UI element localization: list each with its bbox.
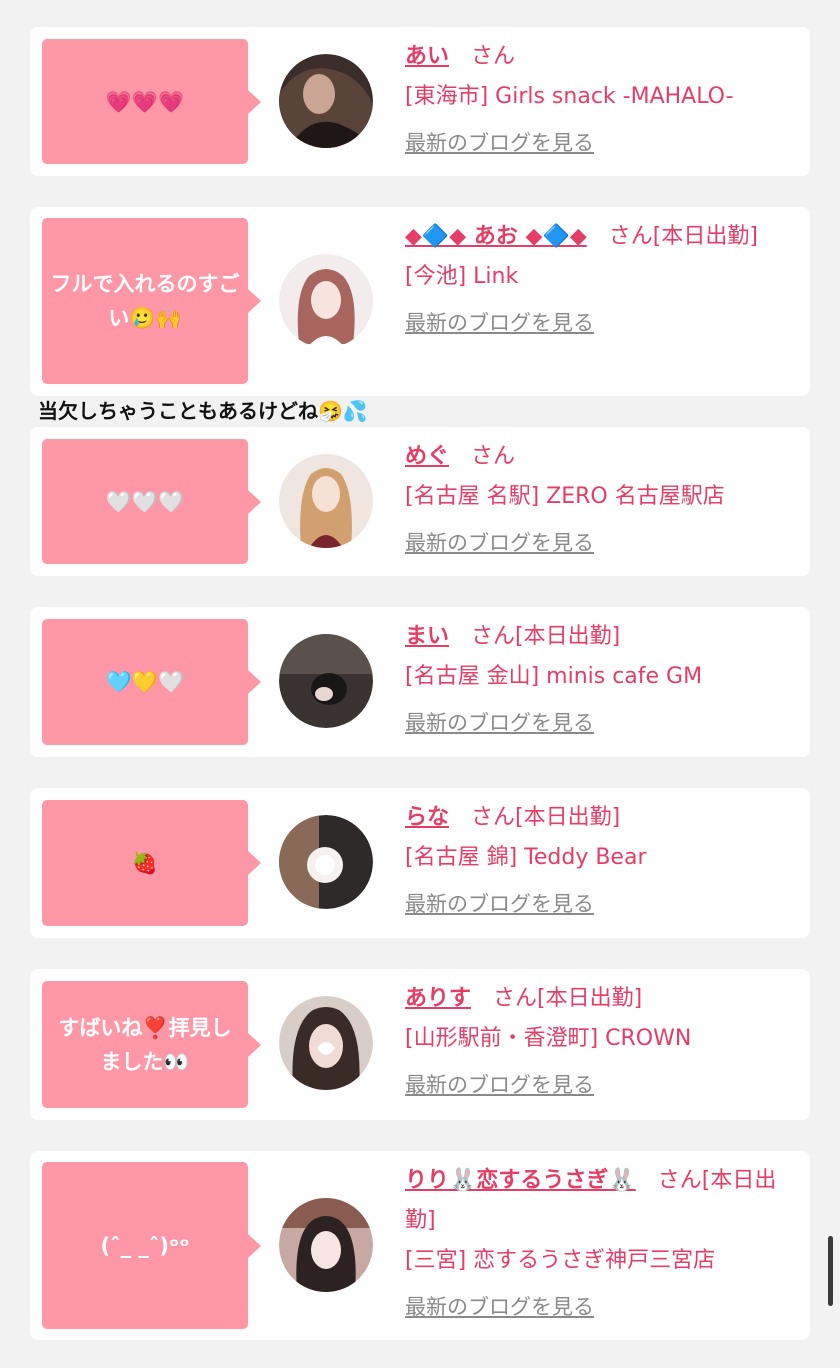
avatar[interactable] — [279, 996, 373, 1090]
message-card: すばいね❣️拝見しました👀 ありす さん[本日出勤] [山形駅前・香澄町] CRO… — [30, 969, 810, 1120]
message-card: 💗💗💗 あい さん [東海市] Girls snack -MAHALO- 最新のブ… — [30, 27, 810, 176]
entry-info: ありす さん[本日出勤] [山形駅前・香澄町] CROWN 最新のブログを見る — [405, 979, 800, 1105]
cast-name-link[interactable]: ◆🔷◆ あお ◆🔷◆ — [405, 224, 587, 249]
entry-info: まい さん[本日出勤] [名古屋 金山] minis cafe GM 最新のブログ… — [405, 617, 800, 743]
shop-name: [名古屋 錦] Teddy Bear — [405, 845, 647, 870]
honorific: さん[本日出勤] — [471, 624, 621, 649]
latest-blog-link[interactable]: 最新のブログを見る — [405, 303, 800, 343]
message-text: フルで入れるのすごい🥲🙌 — [50, 272, 240, 330]
entry-info: りり🐰恋するうさぎ🐰 さん[本日出勤] [三宮] 恋するうさぎ神戸三宮店 最新のブ… — [405, 1161, 800, 1327]
message-text: すばいね❣️拝見しました👀 — [58, 1015, 232, 1074]
shop-name: [名古屋 金山] minis cafe GM — [405, 664, 703, 689]
entry-info: めぐ さん [名古屋 名駅] ZERO 名古屋駅店 最新のブログを見る — [405, 437, 800, 563]
shop-name: [三宮] 恋するうさぎ神戸三宮店 — [405, 1248, 716, 1273]
message-card: (ˆ_ _ˆ)ᵒᵒ りり🐰恋するうさぎ🐰 さん[本日出勤] [三宮] 恋するうさぎ… — [30, 1151, 810, 1340]
latest-blog-link[interactable]: 最新のブログを見る — [405, 1065, 800, 1105]
scrollbar-thumb[interactable] — [828, 1236, 833, 1306]
message-card: 🍓 らな さん[本日出勤] [名古屋 錦] Teddy Bear 最新のブログを見… — [30, 788, 810, 938]
cast-name-link[interactable]: りり🐰恋するうさぎ🐰 — [405, 1168, 636, 1193]
message-bubble: フルで入れるのすごい🥲🙌 — [42, 218, 261, 384]
message-bubble: すばいね❣️拝見しました👀 — [42, 981, 261, 1108]
avatar[interactable] — [279, 254, 373, 348]
message-bubble: 🍓 — [42, 800, 261, 926]
latest-blog-link[interactable]: 最新のブログを見る — [405, 703, 800, 743]
entry-info: らな さん[本日出勤] [名古屋 錦] Teddy Bear 最新のブログを見る — [405, 798, 800, 924]
message-text: (ˆ_ _ˆ)ᵒᵒ — [100, 1233, 190, 1258]
cast-name-link[interactable]: らな — [405, 805, 449, 830]
message-bubble: 🤍🤍🤍 — [42, 439, 261, 564]
honorific: さん — [471, 44, 516, 69]
message-text: 🤍🤍🤍 — [105, 489, 185, 514]
latest-blog-link[interactable]: 最新のブログを見る — [405, 523, 800, 563]
honorific: さん[本日出勤] — [471, 805, 621, 830]
shop-name: [名古屋 名駅] ZERO 名古屋駅店 — [405, 484, 725, 509]
cast-name-link[interactable]: あい — [405, 44, 449, 69]
message-card: フルで入れるのすごい🥲🙌 ◆🔷◆ あお ◆🔷◆ さん[本日出勤] [今池] Lin… — [30, 207, 810, 396]
entry-info: ◆🔷◆ あお ◆🔷◆ さん[本日出勤] [今池] Link 最新のブログを見る — [405, 217, 800, 343]
message-text: 🍓 — [131, 851, 159, 875]
message-bubble: 🩵💛🤍 — [42, 619, 261, 745]
message-bubble: 💗💗💗 — [42, 39, 261, 164]
avatar[interactable] — [279, 1198, 373, 1292]
message-text: 🩵💛🤍 — [105, 670, 185, 694]
message-text: 💗💗💗 — [105, 89, 185, 114]
honorific: さん — [471, 444, 516, 469]
cast-name-link[interactable]: まい — [405, 624, 449, 649]
avatar[interactable] — [279, 634, 373, 728]
message-card: 🩵💛🤍 まい さん[本日出勤] [名古屋 金山] minis cafe GM 最新… — [30, 607, 810, 757]
message-bubble: (ˆ_ _ˆ)ᵒᵒ — [42, 1162, 261, 1329]
avatar[interactable] — [279, 454, 373, 548]
latest-blog-link[interactable]: 最新のブログを見る — [405, 884, 800, 924]
entry-info: あい さん [東海市] Girls snack -MAHALO- 最新のブログを見… — [405, 37, 800, 163]
honorific: さん[本日出勤] — [608, 224, 758, 249]
interlude-message: 当欠しちゃうこともあるけどね🤧💦 — [38, 399, 368, 423]
latest-blog-link[interactable]: 最新のブログを見る — [405, 1287, 800, 1327]
shop-name: [山形駅前・香澄町] CROWN — [405, 1026, 692, 1051]
shop-name: [今池] Link — [405, 264, 519, 289]
avatar[interactable] — [279, 815, 373, 909]
cast-name-link[interactable]: めぐ — [405, 444, 449, 469]
honorific: さん[本日出勤] — [493, 986, 643, 1011]
latest-blog-link[interactable]: 最新のブログを見る — [405, 123, 800, 163]
avatar[interactable] — [279, 54, 373, 148]
shop-name: [東海市] Girls snack -MAHALO- — [405, 84, 734, 109]
message-card: 🤍🤍🤍 めぐ さん [名古屋 名駅] ZERO 名古屋駅店 最新のブログを見る — [30, 427, 810, 576]
cast-name-link[interactable]: ありす — [405, 986, 471, 1011]
